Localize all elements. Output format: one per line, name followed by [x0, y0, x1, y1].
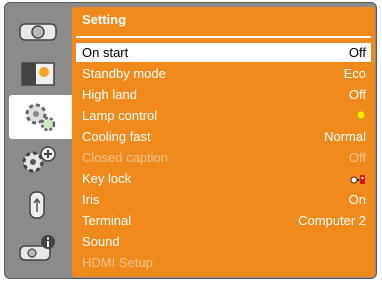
sidebar-item-memory-viewer[interactable] — [7, 183, 69, 227]
menu-row-label: Key lock — [82, 171, 132, 186]
menu-row-label: Lamp control — [82, 108, 158, 123]
menu-row-high-land[interactable]: High land Off — [76, 85, 371, 104]
picture-adjust-icon — [21, 62, 55, 86]
sidebar-item-picture[interactable] — [7, 51, 69, 95]
menu-row-label: Terminal — [82, 213, 132, 228]
menu-row-label: HDMI Setup — [82, 255, 153, 270]
menu-row-cooling-fast[interactable]: Cooling fast Normal — [76, 127, 371, 146]
menu-row-iris[interactable]: Iris On — [76, 190, 371, 209]
usb-memory-icon — [29, 191, 45, 219]
menu-row-label: Cooling fast — [82, 129, 151, 144]
sidebar-item-information[interactable] — [7, 227, 69, 271]
menu-row-terminal[interactable]: Terminal Computer 2 — [76, 211, 371, 230]
menu-row-lamp-control[interactable]: Lamp control — [76, 106, 371, 125]
menu-row-value: Off — [348, 45, 366, 60]
menu-category-sidebar — [7, 7, 73, 275]
menu-row-value: Normal — [324, 129, 366, 144]
menu-row-label: Sound — [82, 234, 120, 249]
menu-row-hdmi-setup: HDMI Setup — [76, 253, 371, 272]
menu-row-value: Computer 2 — [298, 213, 366, 228]
sidebar-item-expanded[interactable] — [7, 139, 69, 183]
setting-menu-panel: Setting On start Off Standby mode Eco Hi… — [72, 7, 375, 277]
title-divider — [76, 36, 371, 38]
menu-title: Setting — [82, 12, 127, 27]
menu-row-label: On start — [82, 45, 129, 60]
information-icon — [19, 235, 55, 261]
menu-row-sound[interactable]: Sound — [76, 232, 371, 251]
expanded-settings-icon — [22, 146, 56, 173]
menu-row-label: Closed caption — [82, 150, 168, 165]
menu-row-label: High land — [82, 87, 137, 102]
settings-gear-icon — [25, 103, 56, 132]
menu-row-label: Standby mode — [82, 66, 166, 81]
menu-row-value: On — [348, 192, 366, 207]
key-lock-icon — [350, 174, 365, 184]
sidebar-item-setting[interactable] — [9, 95, 73, 139]
projector-icon — [19, 23, 57, 41]
lamp-bulb-icon — [356, 110, 366, 121]
menu-row-value: Eco — [343, 66, 366, 81]
menu-row-value: Off — [348, 87, 366, 102]
menu-row-standby-mode[interactable]: Standby mode Eco — [76, 64, 371, 83]
menu-row-key-lock[interactable]: Key lock — [76, 169, 371, 188]
menu-row-value: Off — [348, 150, 366, 165]
menu-row-on-start[interactable]: On start Off — [76, 43, 371, 62]
menu-row-closed-caption: Closed caption Off — [76, 148, 371, 167]
menu-row-label: Iris — [82, 192, 100, 207]
sidebar-item-display[interactable] — [7, 7, 69, 51]
